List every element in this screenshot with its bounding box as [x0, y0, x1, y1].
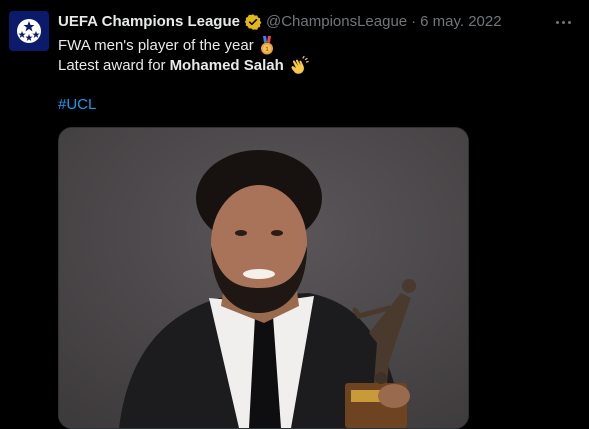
clapping-hands-icon [291, 56, 309, 74]
tweet-photo[interactable] [58, 127, 469, 429]
account-avatar[interactable] [9, 11, 49, 51]
tweet-text: FWA men's player of the year 1 Latest aw… [58, 36, 309, 76]
more-dot [561, 20, 565, 24]
tweet-line-1-text: FWA men's player of the year [58, 37, 254, 54]
tweet-line-1: FWA men's player of the year 1 [58, 36, 309, 56]
author-handle[interactable]: @ChampionsLeague [266, 12, 407, 32]
tweet-date[interactable]: 6 may. 2022 [420, 12, 501, 32]
tweet-line-2-prefix: Latest award for [58, 57, 166, 74]
hashtag-link[interactable]: #UCL [58, 95, 96, 115]
ucl-starball-logo-icon [9, 11, 49, 51]
more-options-button[interactable] [551, 10, 575, 34]
tweet-line-2: Latest award for Mohamed Salah [58, 56, 309, 76]
tweet-header: UEFA Champions League @ChampionsLeague ·… [58, 12, 549, 32]
medal-icon: 1 [260, 36, 273, 55]
tweet-line-2-bold: Mohamed Salah [169, 57, 284, 74]
more-options-icon [555, 20, 559, 24]
author-name[interactable]: UEFA Champions League [58, 12, 240, 32]
more-dot [567, 20, 571, 24]
verified-badge-icon[interactable] [244, 13, 262, 31]
player-photo [59, 128, 468, 428]
separator-dot: · [411, 13, 417, 30]
